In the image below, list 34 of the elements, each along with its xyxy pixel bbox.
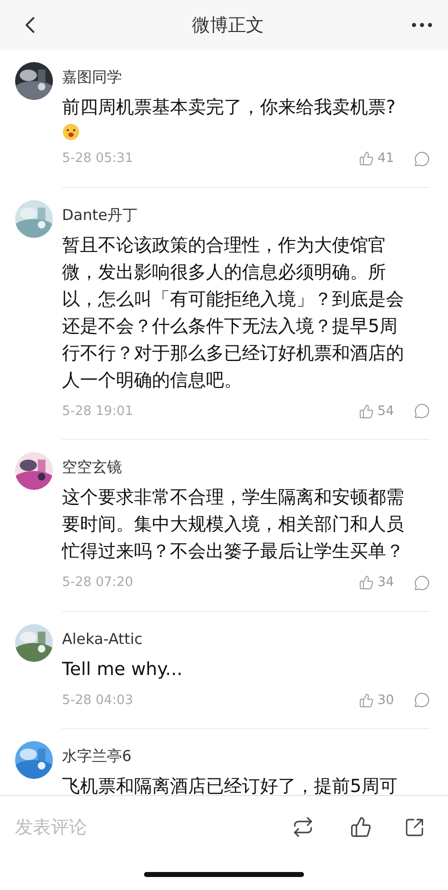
thumbs-up-icon [359, 692, 374, 708]
thumbs-up-icon [359, 151, 374, 166]
speech-bubble-icon [414, 692, 430, 708]
share-button[interactable] [404, 816, 425, 838]
page-title: 微博正文 [192, 14, 264, 38]
more-icon [412, 23, 432, 27]
repost-icon [292, 816, 314, 838]
comment-time: 5-28 05:31 [62, 150, 134, 168]
reply-button[interactable] [414, 574, 430, 591]
comment-text: Tell me why... [62, 658, 184, 682]
thumbs-up-icon [350, 816, 372, 838]
comment-text: 这个要求非常不合理，学生隔离和安顿都需要时间。集中大规模入境，相关部门和人员忙得过来吗？不会出篓子最后让学生买单？ [62, 486, 405, 564]
comment-time: 5-28 07:20 [62, 574, 134, 592]
comment-text: 飞机票和隔离酒店已经订好了，提前5周可 [62, 775, 398, 795]
reply-button[interactable] [414, 403, 430, 420]
user-name[interactable]: 水字兰亭6 [62, 745, 430, 767]
comment-time: 5-28 19:01 [62, 402, 134, 420]
like-button[interactable] [350, 816, 372, 838]
thumbs-up-icon [359, 404, 374, 419]
comment-text: 前四周机票基本卖完了，你来给我卖机票? [62, 96, 397, 120]
thumbs-up-icon [359, 575, 374, 590]
repost-button[interactable] [292, 816, 314, 838]
comment-time: 5-28 04:03 [62, 692, 134, 710]
user-name[interactable]: Dante丹丁 [62, 204, 430, 226]
reply-button[interactable] [414, 692, 430, 708]
comment-text: 暂且不论该政策的合理性，作为大使馆官微，发出影响很多人的信息必须明确。所以，怎么叫「有可能拒绝入境」？到底是会还是不会？什么条件下无法入境？提早5周行不行？对于那么多已经订好机票和酒店的人一个明确的信息吧。 [62, 234, 405, 392]
user-name[interactable]: 空空玄镜 [62, 456, 430, 478]
user-name[interactable]: 嘉图同学 [62, 66, 430, 88]
speech-bubble-icon [414, 403, 430, 420]
speech-bubble-icon [414, 150, 430, 167]
speech-bubble-icon [414, 574, 430, 591]
share-icon [404, 816, 425, 838]
user-name[interactable]: Aleka-Attic [62, 628, 430, 650]
reply-button[interactable] [414, 150, 430, 167]
